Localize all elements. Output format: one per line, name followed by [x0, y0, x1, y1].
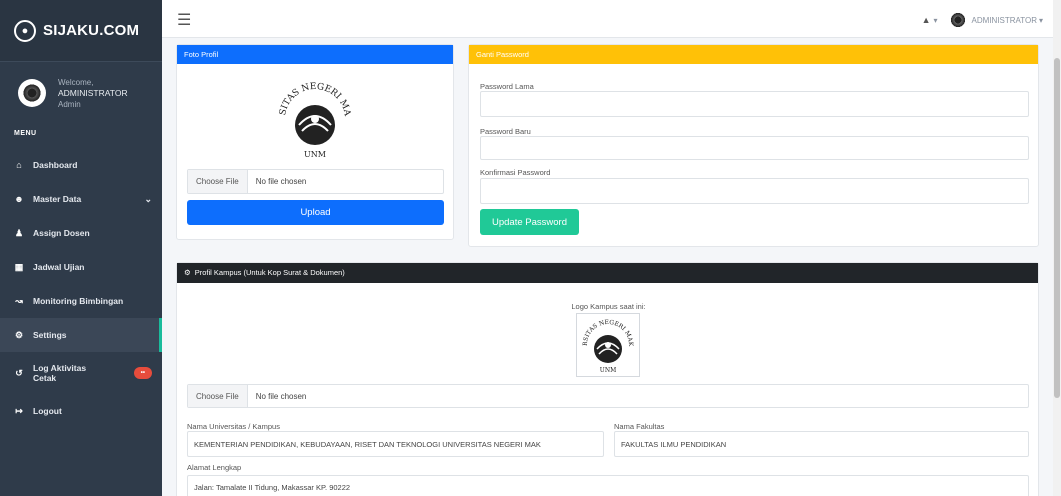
sidebar-item-assign-dosen[interactable]: ♟ Assign Dosen [0, 216, 162, 250]
sidebar-item-label: Dashboard [33, 160, 78, 170]
alamat-textarea[interactable]: Jalan: Tamalate II Tidung, Makassar KP. … [187, 475, 1029, 496]
topbar: ☰ ▲ ▾ ADMINISTRATOR ▾ [162, 0, 1061, 38]
seal-abbr: UNM [304, 150, 326, 159]
sidebar: ● SIJAKU.COM Welcome, ADMINISTRATOR Admi… [0, 0, 162, 496]
univ-name-input[interactable]: KEMENTERIAN PENDIDIKAN, KEBUDAYAAN, RISE… [187, 431, 604, 457]
sidebar-item-label: Log Aktivitas Cetak [33, 363, 87, 383]
avatar [18, 79, 46, 107]
fakultas-input[interactable]: FAKULTAS ILMU PENDIDIKAN [614, 431, 1029, 457]
user-role: Admin [58, 99, 81, 109]
menu-label: MENU [14, 130, 37, 137]
chevron-down-icon: ⌄ [144, 193, 152, 204]
sidebar-item-master-data[interactable]: ☻ Master Data ⌄ [0, 182, 162, 216]
choose-file-button[interactable]: Choose File [188, 170, 248, 193]
foto-profil-card: Foto Profil UNIVERSITAS NEGERI MAKASSAR … [176, 44, 454, 240]
history-icon: ↺ [15, 368, 23, 378]
new-password-label: Password Baru [480, 127, 531, 136]
sidebar-item-label: Jadwal Ujian [33, 262, 85, 272]
chart-line-icon: ↝ [15, 295, 23, 306]
hamburger-menu-icon[interactable]: ☰ [177, 10, 191, 30]
sidebar-item-label: Monitoring Bimbingan [33, 296, 124, 306]
gear-icon: ⚙ [184, 268, 191, 277]
brand-name: SIJAKU.COM [43, 22, 140, 39]
user-plus-icon: ♟ [14, 227, 24, 238]
confirm-password-input[interactable] [480, 178, 1029, 204]
scrollbar[interactable] [1053, 0, 1061, 496]
users-icon: ☻ [14, 194, 24, 204]
gear-icon: ⚙ [14, 329, 24, 340]
seal-abbr: UNM [600, 367, 616, 374]
card-title: Foto Profil [177, 45, 453, 64]
caret-down-icon[interactable]: ▾ [1039, 16, 1043, 25]
sidebar-item-log-aktivitas[interactable]: ↺ Log Aktivitas Cetak •• [0, 352, 162, 394]
no-file-text: No file chosen [255, 391, 307, 401]
user-name: ADMINISTRATOR [58, 87, 128, 98]
sidebar-item-jadwal-ujian[interactable]: ▦ Jadwal Ujian [0, 250, 162, 284]
home-icon: ⌂ [16, 160, 22, 170]
profil-kampus-card: ⚙ Profil Kampus (Untuk Kop Surat & Dokume… [176, 262, 1039, 496]
choose-file-button[interactable]: Choose File [188, 385, 248, 407]
campus-logo-image: UNIVERSITAS NEGERI MAKASSAR UNM [574, 309, 640, 377]
sidebar-item-label: Logout [33, 406, 62, 416]
user-panel: Welcome, ADMINISTRATOR Admin [0, 62, 162, 124]
old-password-input[interactable] [480, 91, 1029, 117]
upload-button[interactable]: Upload [187, 200, 444, 225]
fakultas-label: Nama Fakultas [614, 422, 665, 431]
status-badge: •• [133, 367, 152, 379]
calendar-icon: ▦ [14, 261, 24, 272]
no-file-text: No file chosen [255, 177, 307, 186]
welcome-text: Welcome, [58, 77, 94, 87]
card-title: ⚙ Profil Kampus (Untuk Kop Surat & Dokume… [177, 263, 1038, 283]
confirm-password-label: Konfirmasi Password [480, 168, 551, 177]
new-password-input[interactable] [480, 136, 1029, 160]
alamat-label: Alamat Lengkap [187, 463, 242, 472]
profile-photo-file-input[interactable]: Choose File No file chosen [187, 169, 444, 194]
paw-logo-icon: ● [14, 19, 36, 42]
sidebar-item-settings[interactable]: ⚙ Settings [0, 318, 162, 352]
university-seal-logo: UNIVERSITAS NEGERI MAKASSAR UNM [269, 73, 361, 165]
brand[interactable]: ● SIJAKU.COM [0, 0, 162, 62]
ganti-password-card: Ganti Password Password Lama Password Ba… [468, 44, 1039, 247]
sidebar-item-dashboard[interactable]: ⌂ Dashboard [0, 148, 162, 182]
sidebar-item-logout[interactable]: ↦ Logout [0, 394, 162, 428]
caret-down-icon[interactable]: ▾ [933, 16, 937, 25]
old-password-label: Password Lama [480, 82, 534, 91]
logo-kampus-label: Logo Kampus saat ini: [571, 302, 646, 311]
sidebar-item-label: Assign Dosen [33, 228, 90, 238]
bell-icon[interactable]: ▲ [922, 15, 931, 25]
logout-icon: ↦ [15, 405, 23, 416]
sidebar-item-label: Master Data [33, 194, 82, 204]
topbar-user-name[interactable]: ADMINISTRATOR [972, 16, 1037, 25]
sidebar-item-label: Settings [33, 330, 67, 340]
campus-logo-file-input[interactable]: Choose File No file chosen [187, 384, 1029, 408]
scrollbar-thumb[interactable] [1054, 58, 1060, 398]
update-password-button[interactable]: Update Password [480, 209, 579, 235]
sidebar-item-monitoring-bimbingan[interactable]: ↝ Monitoring Bimbingan [0, 284, 162, 318]
univ-name-label: Nama Universitas / Kampus [187, 422, 280, 431]
card-title: Ganti Password [469, 45, 1038, 64]
avatar[interactable] [949, 12, 966, 28]
